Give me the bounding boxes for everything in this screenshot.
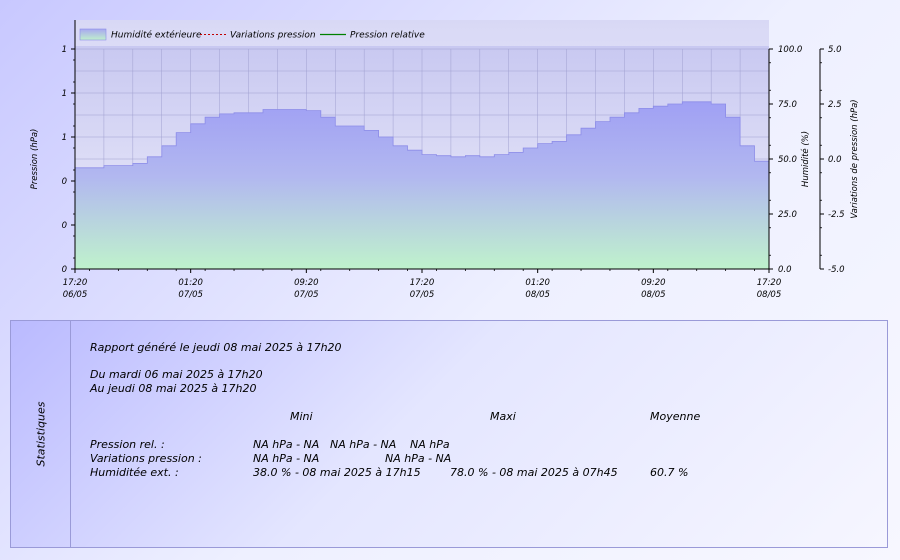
right2-tick-label: -2.5 [828,210,845,220]
x-tick-time: 01:20 [178,278,203,288]
x-tick-date: 08/05 [641,290,666,300]
row-min-variation: NA hPa - NA [253,452,320,465]
chart: Humidité extérieure Variations pression Pr… [30,20,860,300]
legend-swatch-humidity [79,28,107,41]
x-tick-date: 07/05 [294,290,319,300]
x-tick-time: 17:20 [757,278,782,288]
header-min: Mini [290,410,313,423]
x-tick-date: 06/05 [63,290,88,300]
x-tick-date: 08/05 [757,290,782,300]
x-tick-time: 09:20 [294,278,319,288]
right1-tick-label: 0.0 [778,265,792,275]
row-max-variation: NA hPa - NA [385,452,452,465]
statistics-sidebar: Statistiques [11,321,71,547]
row-label-variation: Variations pression : [90,452,202,465]
x-tick-date: 08/05 [525,290,550,300]
right2-tick-label: -5.0 [828,265,845,275]
right1-tick-label: 75.0 [778,100,797,110]
report-generated: Rapport généré le jeudi 08 mai 2025 à 17… [90,341,342,354]
right2-tick-label: 5.0 [828,45,842,55]
legend: Humidité extérieure Variations pression Pr… [79,28,425,41]
left-tick-label: 0 [62,177,67,187]
x-tick-date: 07/05 [410,290,435,300]
left-axis-title: Pression (hPa) [30,129,40,190]
right1-tick-label: 100.0 [778,45,802,55]
row-label-humidity: Humiditée ext. : [90,466,179,479]
right1-tick-label: 50.0 [778,155,797,165]
left-tick-label: 0 [62,265,67,275]
x-tick-time: 01:20 [525,278,550,288]
legend-label-humidity: Humidité extérieure [111,30,202,41]
report-from: Du mardi 06 mai 2025 à 17h20 [90,368,263,381]
row-avg-pressure: NA hPa [410,438,450,451]
x-tick-time: 17:20 [410,278,435,288]
row-avg-humidity: 60.7 % [650,466,689,479]
right2-tick-label: 2.5 [828,100,842,110]
row-min-humidity: 38.0 % - 08 mai 2025 à 17h15 [253,466,421,479]
row-max-pressure: NA hPa - NA [330,438,397,451]
x-tick-date: 07/05 [178,290,203,300]
x-tick-time: 17:20 [63,278,88,288]
header-max: Maxi [490,410,516,423]
legend-label-variation: Variations pression [230,31,316,41]
row-label-pressure: Pression rel. : [90,438,165,451]
row-max-humidity: 78.0 % - 08 mai 2025 à 07h45 [450,466,618,479]
right-axis-2-title: Variations de pression (hPa) [850,99,860,218]
x-tick-time: 09:20 [641,278,666,288]
left-tick-label: 0 [62,221,67,231]
legend-label-pressure: Pression relative [350,31,425,41]
right-axis-1-title: Humidité (%) [800,131,811,187]
left-tick-label: 1 [62,133,67,143]
left-tick-label: 1 [62,89,67,99]
statistics-panel: Statistiques Rapport généré le jeudi 08 … [10,320,888,548]
right1-tick-label: 25.0 [778,210,797,220]
report-to: Au jeudi 08 mai 2025 à 17h20 [90,382,257,395]
left-tick-label: 1 [62,45,67,55]
row-min-pressure: NA hPa - NA [253,438,320,451]
header-avg: Moyenne [650,410,701,423]
statistics-title: Statistiques [34,401,48,467]
right2-tick-label: 0.0 [828,155,842,165]
